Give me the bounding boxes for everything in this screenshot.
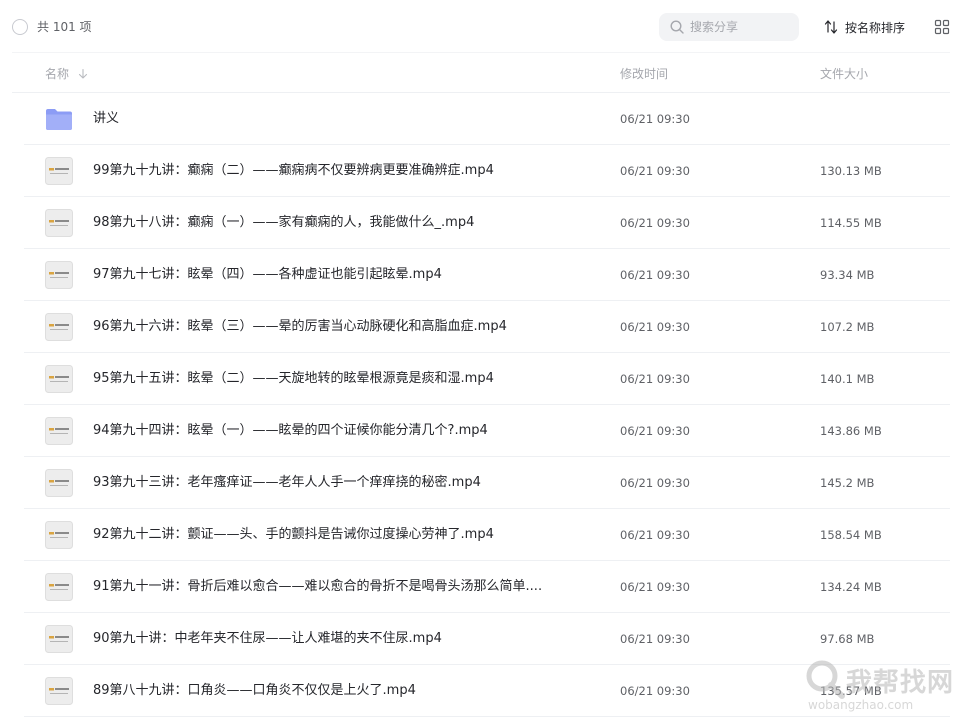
file-size: 97.68 MB <box>820 632 875 646</box>
file-row[interactable]: 91第九十一讲：骨折后难以愈合——难以愈合的骨折不是喝骨头汤那么简单.... 06… <box>24 561 950 613</box>
file-size: 93.34 MB <box>820 268 875 282</box>
file-mtime: 06/21 09:30 <box>620 112 690 126</box>
file-mtime: 06/21 09:30 <box>620 164 690 178</box>
file-mtime: 06/21 09:30 <box>620 320 690 334</box>
file-row[interactable]: 讲义 06/21 09:30 <box>24 93 950 145</box>
file-mtime: 06/21 09:30 <box>620 268 690 282</box>
file-mtime: 06/21 09:30 <box>620 372 690 386</box>
video-thumbnail-icon <box>45 209 73 237</box>
file-row[interactable]: 92第九十二讲：颤证——头、手的颤抖是告诫你过度操心劳神了.mp4 06/21 0… <box>24 509 950 561</box>
file-name[interactable]: 93第九十三讲：老年瘙痒证——老年人人手一个痒痒挠的秘密.mp4 <box>93 474 481 492</box>
file-mtime: 06/21 09:30 <box>620 684 690 698</box>
file-size: 107.2 MB <box>820 320 875 334</box>
select-all-checkbox[interactable] <box>12 19 28 35</box>
file-size: 158.54 MB <box>820 528 882 542</box>
video-thumbnail-icon <box>45 677 73 705</box>
file-name[interactable]: 94第九十四讲：眩晕（一）——眩晕的四个证候你能分清几个?.mp4 <box>93 422 488 440</box>
video-thumbnail-icon <box>45 313 73 341</box>
watermark-url: wobangzhao.com <box>808 698 914 712</box>
total-count: 共 101 项 <box>37 20 92 34</box>
file-name[interactable]: 92第九十二讲：颤证——头、手的颤抖是告诫你过度操心劳神了.mp4 <box>93 526 494 544</box>
video-thumbnail-icon <box>45 157 73 185</box>
video-thumbnail-icon <box>45 573 73 601</box>
file-name[interactable]: 99第九十九讲：癫痫（二）——癫痫病不仅要辨病更要准确辨症.mp4 <box>93 162 494 180</box>
file-row[interactable]: 96第九十六讲：眩晕（三）——晕的厉害当心动脉硬化和高脂血症.mp4 06/21 … <box>24 301 950 353</box>
file-row[interactable]: 99第九十九讲：癫痫（二）——癫痫病不仅要辨病更要准确辨症.mp4 06/21 0… <box>24 145 950 197</box>
video-thumbnail-icon <box>45 521 73 549</box>
video-thumbnail-icon <box>45 625 73 653</box>
file-size: 140.1 MB <box>820 372 875 386</box>
file-name[interactable]: 98第九十八讲：癫痫（一）——家有癫痫的人，我能做什么_.mp4 <box>93 214 474 232</box>
watermark: 我帮找网 wobangzhao.com <box>800 654 953 720</box>
arrow-down-icon <box>78 68 88 79</box>
column-name-header[interactable]: 名称 <box>45 66 89 82</box>
file-row[interactable]: 97第九十七讲：眩晕（四）——各种虚证也能引起眩晕.mp4 06/21 09:30… <box>24 249 950 301</box>
column-mtime-header[interactable]: 修改时间 <box>620 66 668 82</box>
video-thumbnail-icon <box>45 365 73 393</box>
file-name[interactable]: 95第九十五讲：眩晕（二）——天旋地转的眩晕根源竟是痰和湿.mp4 <box>93 370 494 388</box>
file-name[interactable]: 89第八十九讲：口角炎——口角炎不仅仅是上火了.mp4 <box>93 682 416 700</box>
search-input[interactable] <box>690 17 794 37</box>
search-box[interactable] <box>659 13 799 41</box>
file-name[interactable]: 97第九十七讲：眩晕（四）——各种虚证也能引起眩晕.mp4 <box>93 266 442 284</box>
file-size: 114.55 MB <box>820 216 882 230</box>
file-mtime: 06/21 09:30 <box>620 528 690 542</box>
file-size: 143.86 MB <box>820 424 882 438</box>
sort-label: 按名称排序 <box>845 20 906 35</box>
file-row[interactable]: 94第九十四讲：眩晕（一）——眩晕的四个证候你能分清几个?.mp4 06/21 0… <box>24 405 950 457</box>
sort-button[interactable]: 按名称排序 <box>823 17 905 37</box>
column-size-header[interactable]: 文件大小 <box>820 66 868 82</box>
toolbar: 共 101 项 按名称排序 <box>0 0 958 52</box>
file-size: 145.2 MB <box>820 476 875 490</box>
search-icon <box>670 20 684 34</box>
folder-icon <box>46 109 72 130</box>
file-size: 130.13 MB <box>820 164 882 178</box>
file-row[interactable]: 98第九十八讲：癫痫（一）——家有癫痫的人，我能做什么_.mp4 06/21 09… <box>24 197 950 249</box>
file-mtime: 06/21 09:30 <box>620 632 690 646</box>
watermark-title: 我帮找网 <box>846 668 955 698</box>
share-file-browser: 共 101 项 按名称排序 名称 <box>0 0 958 726</box>
sort-icon <box>824 20 838 34</box>
file-row[interactable]: 95第九十五讲：眩晕（二）——天旋地转的眩晕根源竟是痰和湿.mp4 06/21 0… <box>24 353 950 405</box>
file-name[interactable]: 讲义 <box>93 110 119 128</box>
file-row[interactable]: 93第九十三讲：老年瘙痒证——老年人人手一个痒痒挠的秘密.mp4 06/21 09… <box>24 457 950 509</box>
magnifier-logo-icon <box>806 660 845 699</box>
grid-view-icon[interactable] <box>934 19 950 35</box>
file-list: 讲义 06/21 09:30 99第九十九讲：癫痫（二）——癫痫病不仅要辨病更要准确… <box>24 93 950 717</box>
file-mtime: 06/21 09:30 <box>620 580 690 594</box>
file-mtime: 06/21 09:30 <box>620 216 690 230</box>
column-header: 名称 修改时间 文件大小 <box>12 52 950 93</box>
file-mtime: 06/21 09:30 <box>620 424 690 438</box>
file-name[interactable]: 90第九十讲：中老年夹不住尿——让人难堪的夹不住尿.mp4 <box>93 630 442 648</box>
file-mtime: 06/21 09:30 <box>620 476 690 490</box>
column-name-label: 名称 <box>45 67 70 81</box>
video-thumbnail-icon <box>45 261 73 289</box>
file-size: 134.24 MB <box>820 580 882 594</box>
video-thumbnail-icon <box>45 417 73 445</box>
video-thumbnail-icon <box>45 469 73 497</box>
file-name[interactable]: 96第九十六讲：眩晕（三）——晕的厉害当心动脉硬化和高脂血症.mp4 <box>93 318 507 336</box>
file-name[interactable]: 91第九十一讲：骨折后难以愈合——难以愈合的骨折不是喝骨头汤那么简单.... <box>93 578 542 596</box>
